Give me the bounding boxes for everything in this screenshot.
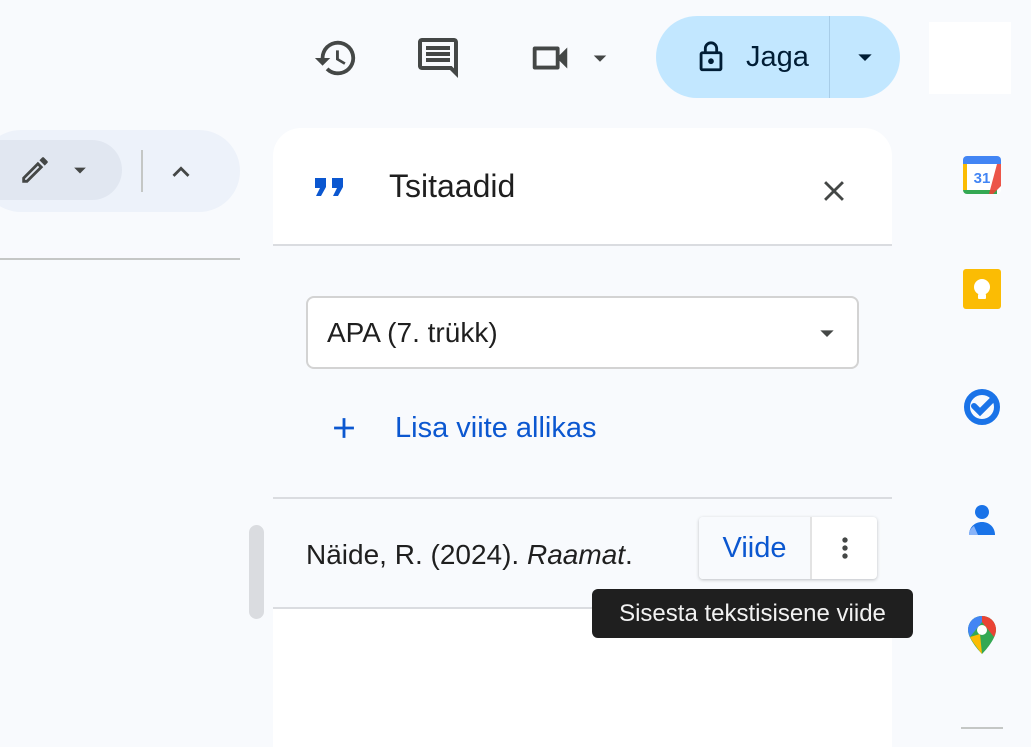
citations-panel: Tsitaadid APA (7. trükk) Lisa viite alli… bbox=[273, 128, 892, 747]
citation-suffix: . bbox=[625, 539, 633, 570]
more-vert-icon bbox=[841, 537, 848, 559]
citation-text: Näide, R. (2024). Raamat. bbox=[306, 539, 633, 571]
panel-controls: APA (7. trükk) Lisa viite allikas bbox=[273, 246, 892, 499]
cite-button[interactable]: Viide bbox=[699, 517, 812, 579]
quote-icon bbox=[315, 178, 343, 196]
citation-style-value: APA (7. trükk) bbox=[327, 316, 498, 348]
share-button-group: Jaga bbox=[656, 16, 900, 98]
citation-title: Raamat bbox=[527, 539, 626, 570]
document-scrollbar[interactable] bbox=[249, 525, 264, 619]
close-panel-button[interactable] bbox=[809, 166, 859, 216]
plus-icon bbox=[334, 418, 354, 438]
calendar-icon: 31 bbox=[963, 156, 1001, 194]
cite-button-group: Viide bbox=[699, 517, 877, 579]
comments-button[interactable] bbox=[408, 30, 468, 86]
maps-app-button[interactable] bbox=[957, 610, 1007, 660]
video-camera-icon bbox=[532, 46, 568, 70]
maps-icon bbox=[968, 616, 996, 654]
chevron-down-icon bbox=[858, 54, 872, 61]
share-label: Jaga bbox=[746, 40, 809, 73]
account-avatar[interactable] bbox=[929, 22, 1011, 94]
calendar-day-number: 31 bbox=[974, 170, 991, 187]
keep-app-button[interactable] bbox=[957, 264, 1007, 314]
tasks-icon bbox=[964, 389, 1000, 425]
close-icon bbox=[824, 181, 844, 201]
chevron-down-icon bbox=[593, 55, 607, 62]
dropdown-arrow-icon bbox=[797, 317, 857, 349]
calendar-app-button[interactable]: 31 bbox=[957, 150, 1007, 200]
collapse-menus-button[interactable] bbox=[158, 150, 204, 194]
add-source-label: Lisa viite allikas bbox=[395, 411, 597, 444]
toolbar-divider bbox=[141, 150, 143, 192]
panel-title: Tsitaadid bbox=[389, 168, 516, 204]
share-button[interactable]: Jaga bbox=[656, 16, 830, 98]
meet-button[interactable] bbox=[520, 30, 620, 86]
chevron-down-icon bbox=[74, 167, 86, 174]
keep-icon bbox=[963, 269, 1001, 309]
version-history-button[interactable] bbox=[306, 30, 366, 86]
tasks-app-button[interactable] bbox=[957, 382, 1007, 432]
add-citation-source-button[interactable]: Lisa viite allikas bbox=[327, 406, 596, 450]
insert-in-text-citation-tooltip: Sisesta tekstisisene viide bbox=[592, 589, 913, 638]
citation-style-select[interactable]: APA (7. trükk) bbox=[306, 296, 859, 369]
chevron-up-icon bbox=[172, 166, 190, 177]
panel-header: Tsitaadid bbox=[273, 128, 892, 246]
comments-icon bbox=[418, 38, 458, 78]
contacts-icon bbox=[969, 505, 995, 535]
citation-prefix: Näide, R. (2024). bbox=[306, 539, 527, 570]
citation-more-options-button[interactable] bbox=[812, 517, 877, 579]
history-icon bbox=[314, 40, 356, 76]
share-options-button[interactable] bbox=[830, 16, 900, 98]
editing-mode-button[interactable] bbox=[0, 140, 122, 200]
pencil-icon bbox=[22, 157, 48, 183]
side-panel-divider bbox=[961, 727, 1003, 729]
ruler-divider bbox=[0, 258, 240, 260]
contacts-app-button[interactable] bbox=[957, 495, 1007, 545]
lock-icon bbox=[699, 41, 723, 72]
